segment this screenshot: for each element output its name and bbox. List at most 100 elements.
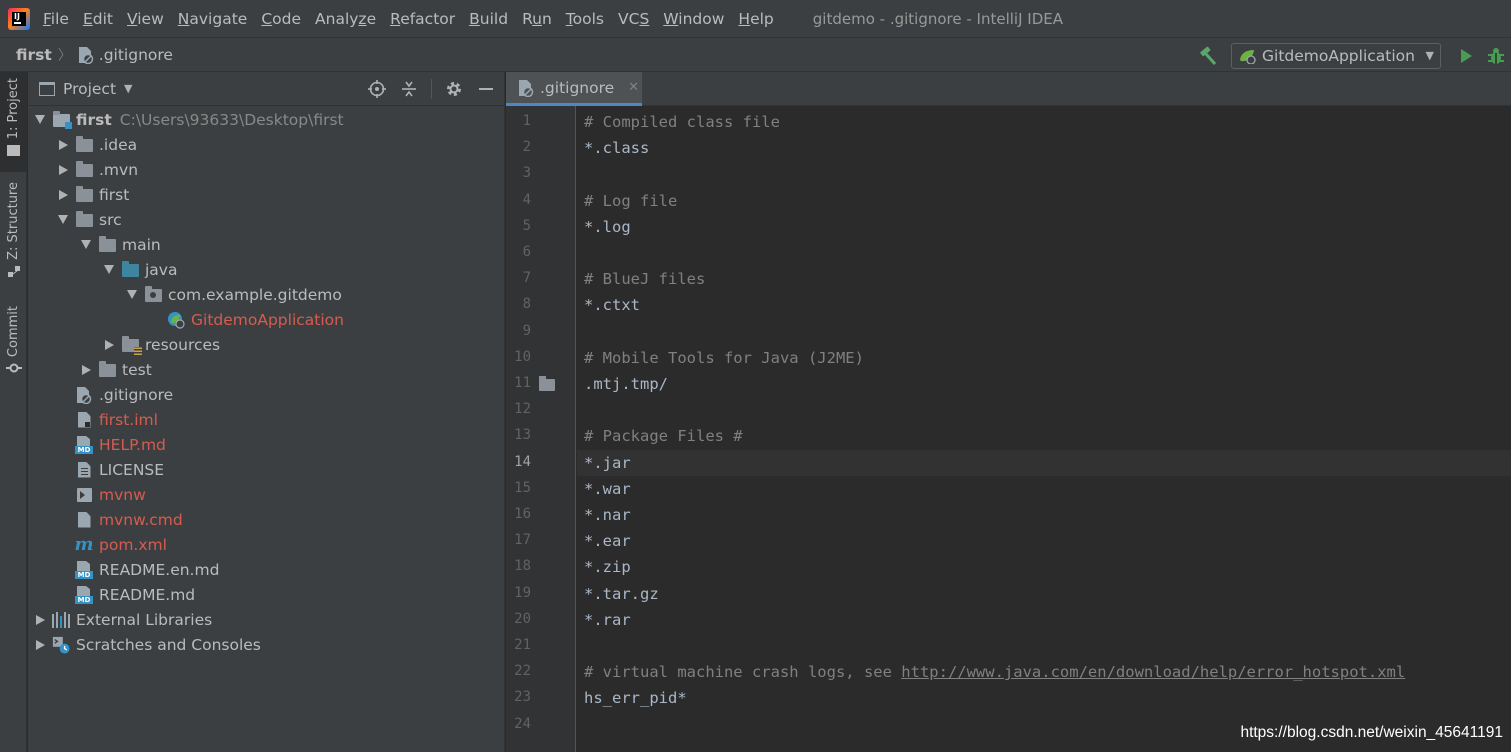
chevron-down-icon[interactable] <box>80 239 92 251</box>
chevron-down-icon[interactable] <box>57 214 69 226</box>
line-number: 5 <box>522 217 531 234</box>
tree-node[interactable]: test <box>28 357 505 382</box>
minimize-icon[interactable] <box>476 79 496 99</box>
tree-node[interactable]: .gitignore <box>28 382 505 407</box>
menu-item[interactable]: VCS <box>611 10 656 28</box>
tree-node[interactable]: MD HELP.md <box>28 432 505 457</box>
tree-node[interactable]: Scratches and Consoles <box>28 632 505 657</box>
tree-node-text: LICENSE <box>99 460 165 479</box>
tree-node[interactable]: .idea <box>28 132 505 157</box>
chevron-right-icon[interactable] <box>80 364 92 376</box>
menu-item[interactable]: View <box>120 10 171 28</box>
menu-item[interactable]: Edit <box>76 10 120 28</box>
chevron-down-icon[interactable] <box>126 289 138 301</box>
chevron-right-icon[interactable] <box>57 139 69 151</box>
gear-icon[interactable] <box>444 79 464 99</box>
tree-node-text: .idea <box>99 135 138 154</box>
code-line[interactable]: *.log <box>584 214 631 240</box>
chevron-down-icon[interactable] <box>34 114 46 126</box>
chevron-right-icon[interactable] <box>34 639 46 651</box>
maven-icon: m <box>74 533 94 555</box>
code-line[interactable]: # Mobile Tools for Java (J2ME) <box>584 345 864 371</box>
tree-node[interactable]: com.example.gitdemo <box>28 282 505 307</box>
tree-node[interactable]: LICENSE <box>28 457 505 482</box>
folder-icon <box>539 376 555 391</box>
chevron-down-icon[interactable] <box>103 264 115 276</box>
menu-item[interactable]: Navigate <box>171 10 255 28</box>
chevron-right-icon[interactable] <box>34 614 46 626</box>
tree-node[interactable]: mvnw.cmd <box>28 507 505 532</box>
tree-node[interactable]: m pom.xml <box>28 532 505 557</box>
tree-node[interactable]: main <box>28 232 505 257</box>
tree-node[interactable]: src <box>28 207 505 232</box>
chevron-right-icon[interactable] <box>57 164 69 176</box>
menu-item[interactable]: Build <box>462 10 515 28</box>
code-line[interactable]: .mtj.tmp/ <box>584 371 668 397</box>
code-line[interactable]: # virtual machine crash logs, see http:/… <box>584 659 1405 685</box>
code-line[interactable]: *.tar.gz <box>584 581 659 607</box>
menu-item[interactable]: File <box>36 10 76 28</box>
debug-button[interactable] <box>1483 43 1509 69</box>
build-hammer-icon[interactable] <box>1195 43 1221 69</box>
tree-node[interactable]: mvnw <box>28 482 505 507</box>
breadcrumb-root[interactable]: first <box>16 46 52 64</box>
menu-item[interactable]: Code <box>254 10 308 28</box>
code-line[interactable]: # Compiled class file <box>584 109 780 135</box>
line-number: 22 <box>514 663 531 680</box>
menu-mnemonic: E <box>82 9 93 28</box>
code-line[interactable]: *.rar <box>584 607 631 633</box>
run-configuration-select[interactable]: GitdemoApplication ▼ <box>1231 42 1441 69</box>
breadcrumb-file-label: .gitignore <box>98 45 173 64</box>
tree-node[interactable]: External Libraries <box>28 607 505 632</box>
tree-node[interactable]: first C:\Users\93633\Desktop\first <box>28 107 505 132</box>
tree-node-text: Scratches and Consoles <box>76 635 261 654</box>
tree-node[interactable]: GitdemoApplication <box>28 307 505 332</box>
code-line[interactable]: *.class <box>584 135 649 161</box>
menu-item[interactable]: Run <box>515 10 559 28</box>
menu-item[interactable]: Window <box>656 10 731 28</box>
chevron-down-icon[interactable]: ▼ <box>124 82 132 95</box>
breadcrumb-file[interactable]: .gitignore <box>78 46 173 64</box>
code-content[interactable]: # Compiled class file *.class # Log file *.… <box>577 106 1511 752</box>
code-line[interactable]: *.ctxt <box>584 292 640 318</box>
code-line[interactable]: # Log file <box>584 188 677 214</box>
tree-node[interactable]: java <box>28 257 505 282</box>
chevron-right-icon[interactable] <box>57 189 69 201</box>
project-tool-button[interactable]: 1: Project <box>0 72 27 172</box>
tree-node[interactable]: first <box>28 182 505 207</box>
code-line[interactable]: hs_err_pid* <box>584 685 687 711</box>
code-line[interactable]: # Package Files # <box>584 423 743 449</box>
tree-node-label: test <box>122 361 152 379</box>
commit-tool-button[interactable]: Commit <box>0 306 27 386</box>
menu-item[interactable]: Help <box>731 10 780 28</box>
menu-item[interactable]: Refactor <box>383 10 462 28</box>
menu-mnemonic: R <box>390 9 401 28</box>
menu-label-part: ode <box>272 9 302 28</box>
code-line[interactable]: # BlueJ files <box>584 266 705 292</box>
code-line[interactable]: *.zip <box>584 554 631 580</box>
code-line[interactable]: *.jar <box>584 450 631 476</box>
structure-tool-button[interactable]: Z: Structure <box>0 182 27 282</box>
tab-gitignore[interactable]: .gitignore ✕ <box>506 72 642 106</box>
menu-item[interactable]: Analyze <box>308 10 383 28</box>
menu-label-part: n <box>541 9 552 28</box>
code-line[interactable]: *.nar <box>584 502 631 528</box>
close-icon[interactable]: ✕ <box>628 80 639 95</box>
code-link[interactable]: http://www.java.com/en/download/help/err… <box>901 663 1405 681</box>
commit-tool-label: Commit <box>6 306 21 358</box>
project-view-select[interactable]: Project <box>63 80 116 98</box>
code-line[interactable]: *.ear <box>584 528 631 554</box>
tree-node[interactable]: .mvn <box>28 157 505 182</box>
tree-node[interactable]: MD README.md <box>28 582 505 607</box>
menu-label-part: efactor <box>400 9 456 28</box>
code-line[interactable]: *.war <box>584 476 631 502</box>
chevron-right-icon[interactable] <box>103 339 115 351</box>
tree-node[interactable]: MD README.en.md <box>28 557 505 582</box>
tree-node[interactable]: first.iml <box>28 407 505 432</box>
locate-target-icon[interactable] <box>367 79 387 99</box>
tree-node-label: GitdemoApplication <box>191 311 344 329</box>
tree-node[interactable]: resources <box>28 332 505 357</box>
collapse-all-icon[interactable] <box>399 79 419 99</box>
run-button[interactable] <box>1453 43 1479 69</box>
menu-item[interactable]: Tools <box>559 10 611 28</box>
